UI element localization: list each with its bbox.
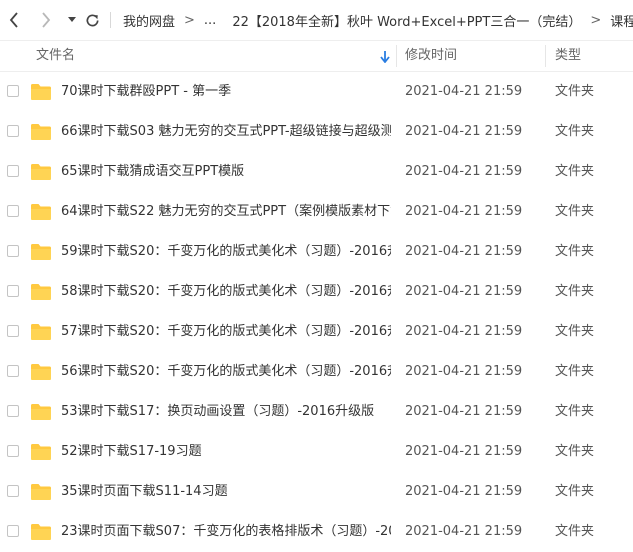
table-row[interactable]: 58课时下载S20：千变万化的版式美化术（习题）-2016升... 2021-04… xyxy=(0,272,633,312)
table-row[interactable]: 35课时页面下载S11-14习题 2021-04-21 21:59 文件夹 xyxy=(0,472,633,512)
folder-icon xyxy=(31,444,51,460)
folder-icon xyxy=(31,324,51,340)
modified-time: 2021-04-21 21:59 xyxy=(405,444,523,459)
file-type: 文件夹 xyxy=(555,84,595,99)
file-type: 文件夹 xyxy=(555,204,595,219)
folder-icon xyxy=(31,484,51,500)
folder-icon xyxy=(31,84,51,100)
row-checkbox[interactable] xyxy=(7,85,19,97)
modified-time: 2021-04-21 21:59 xyxy=(405,124,523,139)
file-name[interactable]: 70课时下载群殴PPT - 第一季 xyxy=(61,72,391,112)
folder-icon xyxy=(31,124,51,140)
file-name[interactable]: 57课时下载S20：千变万化的版式美化术（习题）-2016升... xyxy=(61,312,391,352)
table-row[interactable]: 23课时页面下载S07：千变万化的表格排版术（习题）-201... 2021-04… xyxy=(0,512,633,552)
file-type: 文件夹 xyxy=(555,124,595,139)
file-name[interactable]: 35课时页面下载S11-14习题 xyxy=(61,472,391,512)
table-row[interactable]: 64课时下载S22 魅力无穷的交互式PPT（案例模版素材下载） 2021-04-2… xyxy=(0,192,633,232)
row-checkbox[interactable] xyxy=(7,205,19,217)
file-type: 文件夹 xyxy=(555,284,595,299)
toolbar-divider xyxy=(110,12,111,28)
row-checkbox[interactable] xyxy=(7,485,19,497)
row-checkbox[interactable] xyxy=(7,445,19,457)
arrow-down-icon[interactable] xyxy=(380,51,390,63)
row-checkbox[interactable] xyxy=(7,125,19,137)
forward-button[interactable] xyxy=(38,10,54,30)
file-type: 文件夹 xyxy=(555,324,595,339)
folder-icon xyxy=(31,364,51,380)
row-checkbox[interactable] xyxy=(7,325,19,337)
file-type: 文件夹 xyxy=(555,524,595,539)
row-checkbox[interactable] xyxy=(7,285,19,297)
file-name[interactable]: 53课时下载S17：换页动画设置（习题）-2016升级版 xyxy=(61,392,391,432)
back-button[interactable] xyxy=(6,10,22,30)
table-row[interactable]: 66课时下载S03 魅力无穷的交互式PPT-超级链接与超级测试... 2021-0… xyxy=(0,112,633,152)
chevron-left-icon xyxy=(9,12,18,28)
modified-time: 2021-04-21 21:59 xyxy=(405,204,523,219)
file-type: 文件夹 xyxy=(555,404,595,419)
row-checkbox[interactable] xyxy=(7,525,19,537)
column-header-name[interactable]: 文件名 xyxy=(36,41,75,71)
folder-icon xyxy=(31,284,51,300)
modified-time: 2021-04-21 21:59 xyxy=(405,484,523,499)
table-row[interactable]: 53课时下载S17：换页动画设置（习题）-2016升级版 2021-04-21 2… xyxy=(0,392,633,432)
folder-icon xyxy=(31,204,51,220)
modified-time: 2021-04-21 21:59 xyxy=(405,84,523,99)
file-name[interactable]: 66课时下载S03 魅力无穷的交互式PPT-超级链接与超级测试... xyxy=(61,112,391,152)
breadcrumb-item-course[interactable]: 22【2018年全新】秋叶 Word+Excel+PPT三合一（完结） xyxy=(232,11,581,30)
file-type: 文件夹 xyxy=(555,164,595,179)
table-row[interactable]: 57课时下载S20：千变万化的版式美化术（习题）-2016升... 2021-04… xyxy=(0,312,633,352)
column-divider[interactable] xyxy=(396,45,397,67)
breadcrumb-separator: > xyxy=(184,12,195,28)
modified-time: 2021-04-21 21:59 xyxy=(405,324,523,339)
column-header-modified[interactable]: 修改时间 xyxy=(405,41,457,71)
file-type: 文件夹 xyxy=(555,364,595,379)
file-name[interactable]: 58课时下载S20：千变万化的版式美化术（习题）-2016升... xyxy=(61,272,391,312)
file-type: 文件夹 xyxy=(555,244,595,259)
navigation-bar: 我的网盘 > ... 22【2018年全新】秋叶 Word+Excel+PPT三… xyxy=(0,0,633,40)
table-row[interactable]: 59课时下载S20：千变万化的版式美化术（习题）-2016升... 2021-04… xyxy=(0,232,633,272)
refresh-icon xyxy=(86,13,98,26)
breadcrumb-item-ellipsis[interactable]: ... xyxy=(204,13,216,28)
modified-time: 2021-04-21 21:59 xyxy=(405,404,523,419)
breadcrumb-item-current[interactable]: 课程配套资料 xyxy=(610,11,633,30)
table-row[interactable]: 65课时下载猜成语交互PPT模版 2021-04-21 21:59 文件夹 xyxy=(0,152,633,192)
file-type: 文件夹 xyxy=(555,484,595,499)
modified-time: 2021-04-21 21:59 xyxy=(405,164,523,179)
row-checkbox[interactable] xyxy=(7,405,19,417)
file-type: 文件夹 xyxy=(555,444,595,459)
file-name[interactable]: 65课时下载猜成语交互PPT模版 xyxy=(61,152,391,192)
file-name[interactable]: 59课时下载S20：千变万化的版式美化术（习题）-2016升... xyxy=(61,232,391,272)
column-divider[interactable] xyxy=(545,45,546,67)
breadcrumb-item-root[interactable]: 我的网盘 xyxy=(123,11,175,30)
file-name[interactable]: 64课时下载S22 魅力无穷的交互式PPT（案例模版素材下载） xyxy=(61,192,391,232)
modified-time: 2021-04-21 21:59 xyxy=(405,524,523,539)
row-checkbox[interactable] xyxy=(7,165,19,177)
table-header: 文件名 修改时间 类型 xyxy=(0,40,633,72)
file-name[interactable]: 23课时页面下载S07：千变万化的表格排版术（习题）-201... xyxy=(61,512,391,552)
column-header-type[interactable]: 类型 xyxy=(555,41,581,71)
folder-icon xyxy=(31,164,51,180)
caret-down-icon xyxy=(68,17,76,22)
table-row[interactable]: 52课时下载S17-19习题 2021-04-21 21:59 文件夹 xyxy=(0,432,633,472)
file-list: 70课时下载群殴PPT - 第一季 2021-04-21 21:59 文件夹 66课时… xyxy=(0,72,633,552)
folder-icon xyxy=(31,524,51,540)
breadcrumb-separator: > xyxy=(590,12,602,28)
modified-time: 2021-04-21 21:59 xyxy=(405,364,523,379)
chevron-right-icon xyxy=(42,12,51,28)
history-dropdown-button[interactable] xyxy=(67,10,77,30)
row-checkbox[interactable] xyxy=(7,245,19,257)
modified-time: 2021-04-21 21:59 xyxy=(405,284,523,299)
table-row[interactable]: 56课时下载S20：千变万化的版式美化术（习题）-2016升... 2021-04… xyxy=(0,352,633,392)
folder-icon xyxy=(31,244,51,260)
refresh-button[interactable] xyxy=(84,10,100,30)
table-row[interactable]: 70课时下载群殴PPT - 第一季 2021-04-21 21:59 文件夹 xyxy=(0,72,633,112)
row-checkbox[interactable] xyxy=(7,365,19,377)
file-name[interactable]: 52课时下载S17-19习题 xyxy=(61,432,391,472)
modified-time: 2021-04-21 21:59 xyxy=(405,244,523,259)
folder-icon xyxy=(31,404,51,420)
file-name[interactable]: 56课时下载S20：千变万化的版式美化术（习题）-2016升... xyxy=(61,352,391,392)
